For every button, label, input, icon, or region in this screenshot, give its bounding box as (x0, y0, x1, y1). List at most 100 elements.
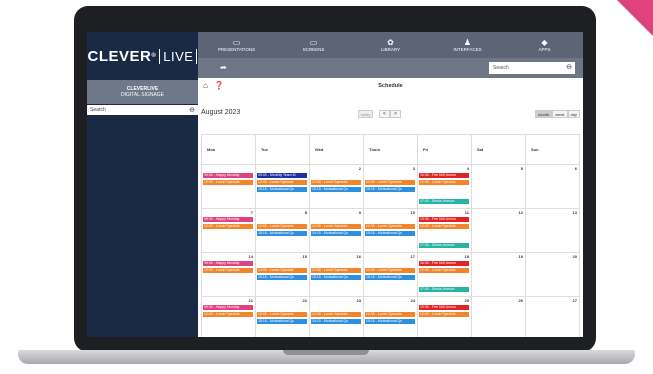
weekday-label: Sun (526, 135, 580, 165)
calendar-event[interactable]: 17:00 - Drinks Announ (419, 243, 469, 248)
calendar-day[interactable]: 09:00 - Monthly Team M 12:00 - Lunch Spec… (256, 165, 310, 209)
calendar-event[interactable]: 09:00 - Happy Monday (203, 217, 253, 222)
calendar-day[interactable]: 4 10:30 - Fire Drill Annou 12:00 - Lunch S… (418, 165, 472, 209)
calendar-event[interactable]: 12:00 - Lunch Specials (365, 312, 415, 317)
calendar-event[interactable]: 12:00 - Lunch Specials (257, 224, 307, 229)
calendar-day[interactable]: 10 12:00 - Lunch Specials 15:15 - Motivati… (364, 209, 418, 253)
calendar-day[interactable]: 6 (526, 165, 580, 209)
calendar-event[interactable]: 15:15 - Motivational Qu (257, 275, 307, 280)
day-number: 27 (572, 298, 577, 303)
calendar-event[interactable]: 12:00 - Lunch Specials (419, 312, 469, 317)
calendar-event[interactable]: 15:15 - Motivational Qu (311, 187, 361, 192)
search-icon[interactable]: ⊖ (189, 106, 195, 114)
calendar-event[interactable]: 12:00 - Lunch Specials (311, 180, 361, 185)
view-month-button[interactable]: month (535, 110, 553, 118)
calendar-event[interactable]: 10:30 - Fire Drill Annou (419, 261, 469, 266)
calendar-day[interactable]: 9 12:00 - Lunch Specials 15:15 - Motivatio… (310, 209, 364, 253)
calendar-event[interactable]: 15:15 - Motivational Qu (257, 319, 307, 324)
calendar-event[interactable]: 09:00 - Happy Monday (203, 261, 253, 266)
top-search-input[interactable]: Search ⊖ (489, 62, 575, 74)
calendar-event[interactable]: 12:00 - Lunch Specials (203, 180, 253, 185)
calendar-event[interactable]: 10:30 - Fire Drill Annou (419, 173, 469, 178)
page-title: Schedule (378, 83, 403, 89)
calendar-day[interactable]: 22 12:00 - Lunch Specials 15:15 - Motivati… (256, 297, 310, 337)
calendar-event[interactable]: 15:15 - Motivational Qu (365, 187, 415, 192)
calendar-event[interactable]: 12:00 - Lunch Specials (365, 268, 415, 273)
calendar-day[interactable]: 3 12:00 - Lunch Specials 15:15 - Motivatio… (364, 165, 418, 209)
calendar-event[interactable]: 10:30 - Fire Drill Annou (419, 305, 469, 310)
calendar-event[interactable]: 09:00 - Happy Monday (203, 173, 253, 178)
calendar-event[interactable]: 17:00 - Drinks Announ (419, 199, 469, 204)
nav-item-screens[interactable]: ▭ SCREENS (275, 32, 352, 58)
calendar-event[interactable]: 12:00 - Lunch Specials (257, 312, 307, 317)
calendar-event[interactable]: 17:00 - Drinks Announ (419, 287, 469, 292)
calendar-event[interactable]: 15:15 - Motivational Qu (311, 275, 361, 280)
calendar-event[interactable]: 12:00 - Lunch Specials (311, 224, 361, 229)
calendar-day[interactable]: 7 09:00 - Happy Monday 12:00 - Lunch Speci… (202, 209, 256, 253)
calendar-day[interactable]: 2 12:00 - Lunch Specials 15:15 - Motivatio… (310, 165, 364, 209)
day-number: 10 (410, 210, 415, 215)
calendar-day[interactable]: 25 10:30 - Fire Drill Annou 12:00 - Lunch … (418, 297, 472, 337)
sidebar-search-input[interactable]: Search ⊖ (87, 105, 198, 115)
calendar-day[interactable]: 17 12:00 - Lunch Specials 15:15 - Motivati… (364, 253, 418, 297)
view-week-button[interactable]: week (552, 110, 568, 118)
nav-item-presentations[interactable]: ▭ PRESENTATIONS (198, 32, 275, 58)
calendar-event[interactable]: 12:00 - Lunch Specials (257, 180, 307, 185)
day-number: 17 (410, 254, 415, 259)
calendar-event[interactable]: 09:00 - Happy Monday (203, 305, 253, 310)
account-brand[interactable]: CLEVERLIVE DIGITAL SIGNAGE (87, 80, 198, 104)
calendar-event[interactable]: 12:00 - Lunch Specials (365, 180, 415, 185)
calendar-event[interactable]: 15:15 - Motivational Qu (311, 319, 361, 324)
calendar-event[interactable]: 10:30 - Fire Drill Annou (419, 217, 469, 222)
view-day-button[interactable]: day (567, 110, 580, 118)
calendar-event[interactable]: 09:00 - Monthly Team M (257, 173, 307, 178)
calendar-day[interactable]: 24 12:00 - Lunch Specials 15:15 - Motivati… (364, 297, 418, 337)
calendar-day[interactable]: 14 09:00 - Happy Monday 12:00 - Lunch Spec… (202, 253, 256, 297)
calendar-event[interactable]: 15:15 - Motivational Qu (365, 275, 415, 280)
calendar-day[interactable]: 27 (526, 297, 580, 337)
calendar-day[interactable]: 15 12:00 - Lunch Specials 15:15 - Motivati… (256, 253, 310, 297)
calendar-day[interactable]: 13 (526, 209, 580, 253)
month-calendar: Mon Tue Wed Thurs Fri Sat Sun 09:00 - Happy Mon… (201, 134, 580, 337)
calendar-day[interactable]: 20 (526, 253, 580, 297)
nav-item-interfaces[interactable]: ♟ INTERFACES (429, 32, 506, 58)
calendar-day[interactable]: 26 (472, 297, 526, 337)
calendar-event[interactable]: 12:00 - Lunch Specials (311, 268, 361, 273)
prev-month-button[interactable]: < (379, 110, 390, 118)
calendar-event[interactable]: 12:00 - Lunch Specials (419, 180, 469, 185)
calendar-day[interactable]: 11 10:30 - Fire Drill Annou 12:00 - Lunch … (418, 209, 472, 253)
calendar-event[interactable]: 15:15 - Motivational Qu (365, 231, 415, 236)
calendar-day[interactable]: 09:00 - Happy Monday 12:00 - Lunch Specia… (202, 165, 256, 209)
calendar-day[interactable]: 18 10:30 - Fire Drill Annou 12:00 - Lunch … (418, 253, 472, 297)
search-icon[interactable]: ⊖ (566, 63, 572, 71)
calendar-week: 7 09:00 - Happy Monday 12:00 - Lunch Speci… (202, 209, 580, 253)
calendar-event[interactable]: 12:00 - Lunch Specials (203, 268, 253, 273)
calendar-day[interactable]: 5 (472, 165, 526, 209)
day-number: 13 (572, 210, 577, 215)
calendar-day[interactable]: 21 09:00 - Happy Monday 12:00 - Lunch Spec… (202, 297, 256, 337)
nav-item-library[interactable]: ✿ LIBRARY (352, 32, 429, 58)
day-number: 9 (358, 210, 361, 215)
nav-item-apps[interactable]: ◆ APPS (506, 32, 583, 58)
calendar-event[interactable]: 15:15 - Motivational Qu (365, 319, 415, 324)
calendar-event[interactable]: 12:00 - Lunch Specials (203, 224, 253, 229)
calendar-day[interactable]: 12 (472, 209, 526, 253)
next-month-button[interactable]: > (390, 110, 401, 118)
clever-live-logo[interactable]: CLEVER ® LIVE (87, 32, 198, 80)
calendar-event[interactable]: 15:15 - Motivational Qu (311, 231, 361, 236)
calendar-event[interactable]: 12:00 - Lunch Specials (257, 268, 307, 273)
today-button[interactable]: today (358, 110, 373, 118)
calendar-event[interactable]: 15:15 - Motivational Qu (257, 187, 307, 192)
calendar-event[interactable]: 12:00 - Lunch Specials (419, 268, 469, 273)
calendar-event[interactable]: 12:00 - Lunch Specials (365, 224, 415, 229)
calendar-day[interactable]: 19 (472, 253, 526, 297)
calendar-day[interactable]: 8 12:00 - Lunch Specials 15:15 - Motivatio… (256, 209, 310, 253)
calendar-event[interactable]: 15:15 - Motivational Qu (257, 231, 307, 236)
calendar-event[interactable]: 12:00 - Lunch Specials (311, 312, 361, 317)
logout-icon[interactable]: ➦ (220, 63, 227, 72)
calendar-week: 14 09:00 - Happy Monday 12:00 - Lunch Spec… (202, 253, 580, 297)
calendar-day[interactable]: 16 12:00 - Lunch Specials 15:15 - Motivati… (310, 253, 364, 297)
calendar-day[interactable]: 23 12:00 - Lunch Specials 15:15 - Motivati… (310, 297, 364, 337)
calendar-event[interactable]: 12:00 - Lunch Specials (419, 224, 469, 229)
calendar-event[interactable]: 12:00 - Lunch Specials (203, 312, 253, 317)
